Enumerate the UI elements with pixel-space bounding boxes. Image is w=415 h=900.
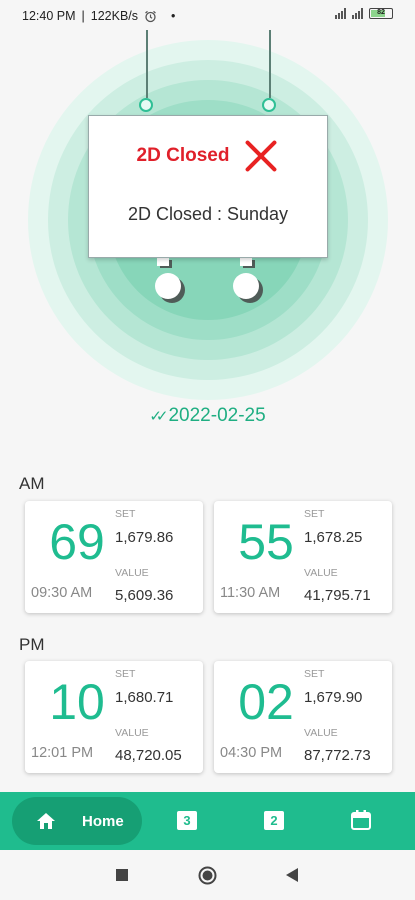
value-amount: 87,772.73 — [304, 747, 371, 764]
home-circle-icon[interactable] — [198, 866, 217, 885]
double-check-icon: ✓✓ — [149, 408, 168, 425]
value-label: VALUE — [304, 727, 338, 739]
result-number: 55 — [238, 514, 294, 570]
nav-2d-button[interactable]: 2 — [264, 811, 284, 831]
hanger-ring — [262, 98, 276, 112]
value-label: VALUE — [304, 567, 338, 579]
hanger-ring — [139, 98, 153, 112]
signal-icon — [335, 8, 346, 19]
value-amount: 5,609.36 — [115, 587, 174, 604]
nav-home-button[interactable]: Home — [12, 797, 142, 845]
result-time: 11:30 AM — [220, 585, 281, 601]
pm-section-label: PM — [19, 635, 45, 654]
result-card-pm-1[interactable]: 10 12:01 PM SET 1,680.71 VALUE 48,720.05 — [25, 661, 203, 773]
result-time: 12:01 PM — [31, 745, 94, 761]
back-triangle-icon[interactable] — [286, 868, 298, 882]
battery-icon: 82 — [369, 8, 393, 19]
status-bar-left: 12:40 PM | 122KB/s • — [22, 9, 176, 23]
result-card-am-1[interactable]: 69 09:30 AM SET 1,679.86 VALUE 5,609.36 — [25, 501, 203, 613]
display-stem — [240, 258, 252, 266]
alarm-icon — [145, 10, 156, 22]
two-d-icon: 2 — [264, 811, 284, 830]
set-label: SET — [115, 668, 136, 680]
closed-message: 2D Closed : Sunday — [127, 204, 289, 224]
result-card-pm-2[interactable]: 02 04:30 PM SET 1,679.90 VALUE 87,772.73 — [214, 661, 392, 773]
value-label: VALUE — [115, 567, 149, 579]
result-card-am-2[interactable]: 55 11:30 AM SET 1,678.25 VALUE 41,795.71 — [214, 501, 392, 613]
set-value: 1,679.86 — [115, 529, 174, 546]
set-label: SET — [115, 508, 136, 520]
set-label: SET — [304, 668, 325, 680]
notification-dot-icon: • — [171, 9, 176, 23]
hanger-string — [269, 30, 271, 98]
hero-section: 2D Closed 2D Closed : Sunday — [0, 30, 415, 430]
system-nav-bar — [0, 850, 415, 900]
result-date: ✓✓ 2022-02-25 — [0, 405, 415, 427]
nav-calendar-button[interactable] — [350, 809, 372, 831]
result-number: 69 — [49, 514, 105, 570]
set-label: SET — [304, 508, 325, 520]
result-time: 09:30 AM — [31, 585, 93, 601]
value-amount: 41,795.71 — [304, 587, 371, 604]
calendar-icon — [351, 810, 371, 830]
value-amount: 48,720.05 — [115, 747, 182, 764]
date-text: 2022-02-25 — [168, 405, 266, 426]
status-bar: 12:40 PM | 122KB/s • 82 — [0, 0, 415, 30]
closed-notice-card: 2D Closed 2D Closed : Sunday — [88, 115, 328, 258]
am-section-label: AM — [19, 474, 45, 493]
bottom-navigation: Home 3 2 — [0, 792, 415, 850]
display-stem — [157, 258, 169, 266]
status-time: 12:40 PM — [22, 9, 76, 23]
display-knob — [233, 273, 259, 299]
signal-icon-2 — [352, 8, 363, 19]
close-x-icon — [243, 138, 279, 174]
value-label: VALUE — [115, 727, 149, 739]
nav-3d-button[interactable]: 3 — [177, 811, 197, 831]
result-time: 04:30 PM — [220, 745, 283, 761]
nav-home-label: Home — [82, 812, 124, 830]
status-bar-right: 82 — [335, 8, 393, 19]
recents-square-icon[interactable] — [116, 869, 128, 881]
set-value: 1,680.71 — [115, 689, 174, 706]
set-value: 1,679.90 — [304, 689, 363, 706]
set-value: 1,678.25 — [304, 529, 363, 546]
three-d-icon: 3 — [177, 811, 197, 830]
status-speed: 122KB/s — [90, 9, 139, 23]
closed-title: 2D Closed — [136, 145, 230, 166]
result-number: 02 — [238, 674, 294, 730]
hanger-string — [146, 30, 148, 98]
result-number: 10 — [49, 674, 105, 730]
home-icon — [37, 813, 55, 829]
display-knob — [155, 273, 181, 299]
